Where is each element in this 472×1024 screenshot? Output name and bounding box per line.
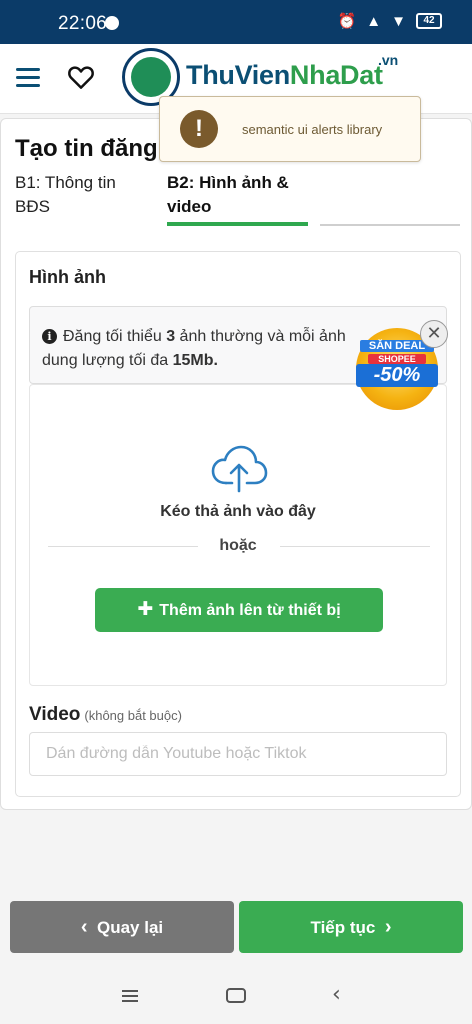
chevron-left-icon: ‹: [80, 916, 88, 938]
video-label: Video (không bắt buộc): [29, 704, 182, 726]
back-label: Quay lại: [96, 918, 164, 937]
notice-text: i Đăng tối thiểu 3 ảnh thường và mỗi ảnh …: [42, 325, 382, 373]
step-tab-1[interactable]: B1: Thông tin BĐS: [15, 171, 155, 219]
video-optional-hint: (không bắt buộc): [84, 708, 182, 723]
recent-apps-icon[interactable]: [122, 990, 138, 1002]
hamburger-menu-icon[interactable]: [16, 68, 40, 88]
image-dropzone[interactable]: Kéo thả ảnh vào đây hoặc ✚ Thêm ảnh lên t…: [29, 384, 447, 686]
active-step-indicator: [167, 222, 308, 226]
add-images-label: Thêm ảnh lên từ thiết bị: [159, 602, 341, 619]
dropzone-label: Kéo thả ảnh vào đây: [160, 503, 316, 520]
notice-size: 15Mb: [172, 352, 214, 369]
close-icon[interactable]: ✕: [420, 320, 448, 348]
plus-icon: ✚: [137, 599, 154, 620]
chevron-right-icon: ›: [384, 916, 392, 938]
ad-line-2: SHOPEE: [368, 354, 426, 364]
video-url-input[interactable]: [29, 732, 447, 776]
alert-toast[interactable]: ! semantic ui alerts library: [159, 96, 421, 162]
system-navigation-bar: ‹: [0, 968, 472, 1024]
back-button[interactable]: ‹ Quay lại: [10, 901, 234, 953]
or-separator: hoặc: [219, 537, 257, 554]
video-label-text: Video: [29, 704, 81, 725]
heart-icon[interactable]: [66, 62, 96, 92]
back-nav-icon[interactable]: ‹: [332, 982, 341, 1007]
cloud-upload-icon: [211, 445, 268, 493]
brand-wordmark-part1: ThuVien: [186, 60, 290, 90]
images-section-title: Hình ảnh: [29, 267, 106, 287]
notice-pre: Đăng tối thiểu: [63, 328, 167, 345]
alert-message: semantic ui alerts library: [242, 122, 383, 137]
brand-wordmark-part2: NhaDat: [289, 60, 383, 90]
home-icon[interactable]: [226, 988, 246, 1003]
brand-suffix: .vn: [378, 52, 399, 68]
notice-end: .: [213, 352, 218, 369]
next-button[interactable]: Tiếp tục ›: [239, 901, 463, 953]
brand-wordmark[interactable]: ThuVienNhaDat: [186, 60, 383, 91]
shopee-ad-badge[interactable]: SĂN DEAL SHOPEE -50% ✕: [346, 320, 450, 410]
status-time: 22:06: [58, 13, 108, 34]
ad-line-3: -50%: [356, 364, 438, 387]
wifi-icon: ▼: [391, 12, 406, 30]
page-title: Tạo tin đăng: [15, 135, 158, 162]
step-indicator-3: [320, 224, 460, 226]
add-images-button[interactable]: ✚ Thêm ảnh lên từ thiết bị: [95, 588, 383, 632]
alarm-icon: ⏰: [337, 13, 357, 30]
step-tab-2[interactable]: B2: Hình ảnh & video: [167, 171, 309, 219]
status-bar: 22:06 ⏰ ▲ ▼ 42: [0, 0, 472, 44]
battery-icon: 42: [416, 13, 442, 29]
post-form-card: Tạo tin đăng B1: Thông tin BĐS B2: Hình …: [0, 118, 472, 810]
whatsapp-icon: [105, 16, 119, 30]
signal-icon: ▲: [366, 12, 382, 30]
next-label: Tiếp tục: [310, 918, 376, 937]
info-icon: i: [42, 329, 57, 344]
status-icons: ⏰ ▲ ▼ 42: [338, 12, 442, 30]
notice-count: 3: [166, 328, 176, 345]
exclamation-icon: !: [180, 110, 218, 148]
